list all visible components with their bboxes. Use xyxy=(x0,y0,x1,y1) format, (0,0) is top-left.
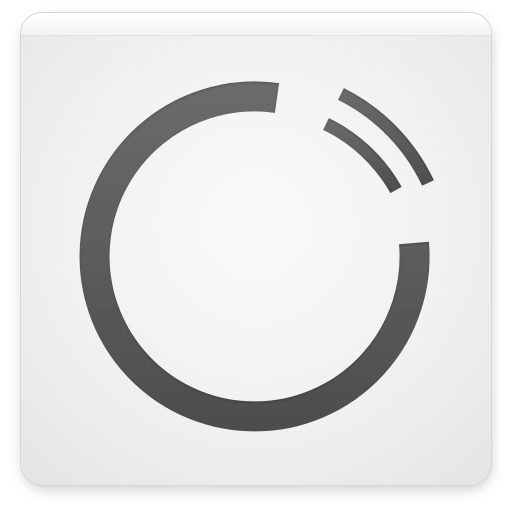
icon-stage xyxy=(0,0,512,512)
arc-emblem-icon xyxy=(79,81,434,432)
inner-arc-segment xyxy=(323,118,402,194)
